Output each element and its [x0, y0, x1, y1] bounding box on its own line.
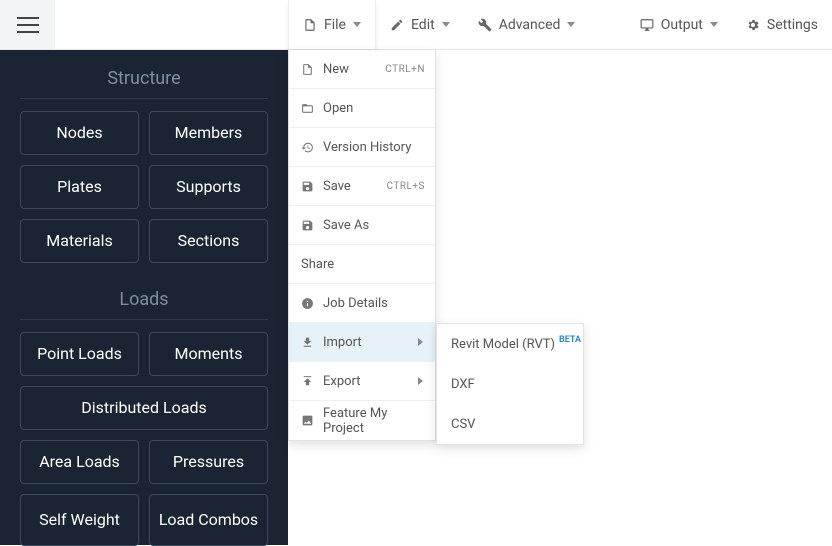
sidebar: Structure Nodes Members Plates Supports …: [0, 50, 288, 545]
export-icon: [301, 375, 314, 388]
btn-supports[interactable]: Supports: [149, 165, 268, 209]
folder-open-icon: [301, 102, 314, 115]
btn-area-loads[interactable]: Area Loads: [20, 440, 139, 484]
file-save-shortcut: CTRL+S: [387, 181, 426, 192]
menu-output[interactable]: Output: [626, 0, 732, 49]
gear-icon: [746, 18, 760, 32]
chevron-right-icon: [418, 338, 423, 346]
import-submenu: Revit Model (RVT) BETA DXF CSV: [436, 323, 584, 445]
btn-distributed-loads[interactable]: Distributed Loads: [20, 386, 268, 430]
menu-edit[interactable]: Edit: [376, 0, 464, 49]
file-save-as-label: Save As: [323, 218, 369, 233]
structure-buttons: Nodes Members Plates Supports Materials …: [20, 111, 268, 263]
wrench-icon: [478, 18, 492, 32]
btn-members[interactable]: Members: [149, 111, 268, 155]
file-export-label: Export: [323, 374, 361, 389]
import-dxf-label: DXF: [451, 377, 475, 392]
pencil-icon: [390, 18, 404, 32]
section-title-loads: Loads: [20, 289, 268, 320]
menu-advanced-label: Advanced: [499, 17, 561, 33]
file-open[interactable]: Open: [289, 89, 435, 128]
loads-buttons: Point Loads Moments Distributed Loads Ar…: [20, 332, 268, 546]
chevron-right-icon: [418, 377, 423, 385]
file-import[interactable]: Import: [289, 323, 435, 362]
btn-load-combos[interactable]: Load Combos: [149, 494, 268, 546]
info-icon: [301, 297, 314, 310]
chevron-down-icon: [567, 22, 575, 27]
file-feature-my-project[interactable]: Feature My Project: [289, 401, 435, 440]
hamburger-wrap: [0, 0, 55, 49]
file-open-label: Open: [323, 101, 353, 116]
file-feature-label: Feature My Project: [323, 406, 423, 436]
btn-self-weight[interactable]: Self Weight: [20, 494, 139, 546]
file-share[interactable]: Share: [289, 245, 435, 284]
btn-moments[interactable]: Moments: [149, 332, 268, 376]
file-new-label: New: [323, 62, 349, 77]
image-icon: [301, 414, 314, 427]
file-new-shortcut: CTRL+N: [385, 64, 425, 75]
menu-spacer: [589, 0, 625, 49]
desktop-icon: [640, 18, 654, 32]
btn-sections[interactable]: Sections: [149, 219, 268, 263]
file-version-history-label: Version History: [323, 140, 411, 155]
import-icon: [301, 336, 314, 349]
section-title-structure: Structure: [20, 68, 268, 99]
menu-file-label: File: [324, 17, 346, 33]
menu-file[interactable]: File: [288, 0, 376, 49]
save-icon: [301, 180, 314, 193]
import-revit[interactable]: Revit Model (RVT) BETA: [437, 324, 583, 364]
btn-materials[interactable]: Materials: [20, 219, 139, 263]
file-icon: [303, 18, 317, 32]
file-save-label: Save: [323, 179, 351, 194]
import-csv-label: CSV: [451, 417, 475, 432]
file-save[interactable]: Save CTRL+S: [289, 167, 435, 206]
file-version-history[interactable]: Version History: [289, 128, 435, 167]
history-icon: [301, 141, 314, 154]
beta-badge: BETA: [559, 335, 581, 345]
file-dropdown: New CTRL+N Open Version History Save CTR…: [288, 50, 436, 441]
menu-settings-label: Settings: [767, 17, 818, 33]
file-new[interactable]: New CTRL+N: [289, 50, 435, 89]
chevron-down-icon: [710, 22, 718, 27]
file-job-details[interactable]: Job Details: [289, 284, 435, 323]
menu-settings[interactable]: Settings: [732, 0, 832, 49]
file-export[interactable]: Export: [289, 362, 435, 401]
hamburger-menu-icon[interactable]: [17, 17, 39, 33]
btn-pressures[interactable]: Pressures: [149, 440, 268, 484]
menu-advanced[interactable]: Advanced: [464, 0, 590, 49]
file-icon: [301, 63, 314, 76]
import-csv[interactable]: CSV: [437, 404, 583, 444]
save-icon: [301, 219, 314, 232]
file-save-as[interactable]: Save As: [289, 206, 435, 245]
chevron-down-icon: [442, 22, 450, 27]
import-revit-label: Revit Model (RVT): [451, 337, 555, 352]
topbar-spacer: [55, 0, 288, 49]
top-toolbar: File Edit Advanced Output Settings: [0, 0, 832, 50]
menu-output-label: Output: [661, 17, 703, 33]
btn-nodes[interactable]: Nodes: [20, 111, 139, 155]
btn-plates[interactable]: Plates: [20, 165, 139, 209]
menu-edit-label: Edit: [411, 17, 435, 33]
top-menu: File Edit Advanced Output Settings: [288, 0, 832, 49]
chevron-down-icon: [353, 22, 361, 27]
file-share-label: Share: [301, 257, 334, 272]
file-job-details-label: Job Details: [323, 296, 388, 311]
file-import-label: Import: [323, 335, 362, 350]
btn-point-loads[interactable]: Point Loads: [20, 332, 139, 376]
import-dxf[interactable]: DXF: [437, 364, 583, 404]
